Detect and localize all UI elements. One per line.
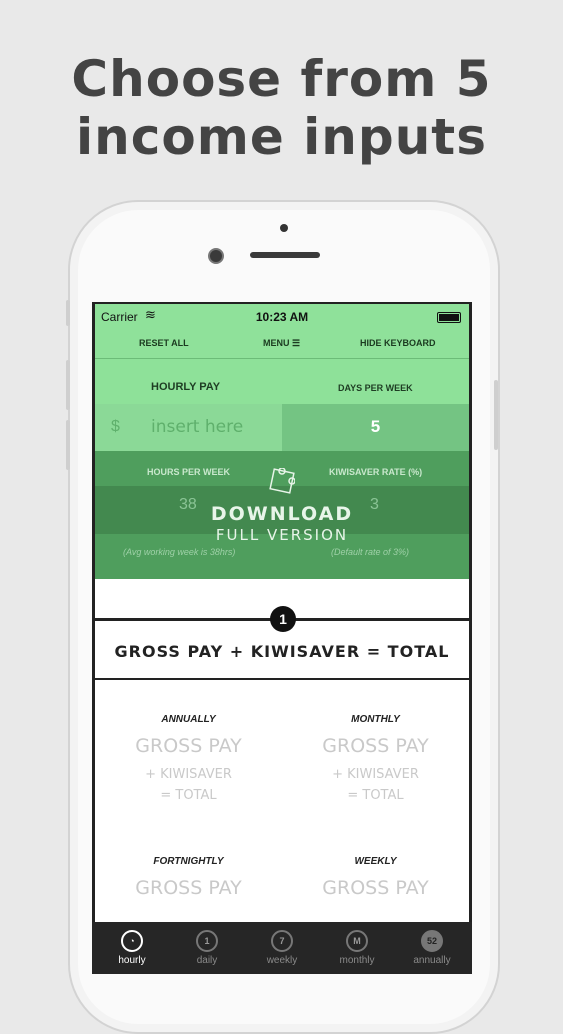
gross-pay-value: GROSS PAY bbox=[135, 735, 242, 757]
year-icon: 52 bbox=[421, 930, 443, 952]
tab-weekly[interactable]: 7 weekly bbox=[244, 930, 320, 966]
toolbar: RESET ALL MENU ☰ HIDE KEYBOARD bbox=[95, 330, 469, 359]
total-value: = TOTAL bbox=[160, 788, 217, 803]
headline: Choose from 5 income inputs bbox=[0, 50, 563, 166]
puzzle-icon bbox=[269, 468, 295, 494]
tab-monthly[interactable]: M monthly bbox=[319, 930, 395, 966]
period-fortnightly: FORTNIGHTLY GROSS PAY bbox=[95, 856, 282, 899]
tab-label: monthly bbox=[339, 955, 375, 966]
kiwisaver-rate-label: KIWISAVER RATE (%) bbox=[329, 467, 423, 477]
days-per-week-label: DAYS PER WEEK bbox=[338, 383, 413, 393]
currency-symbol: $ bbox=[111, 418, 120, 435]
divider-bottom bbox=[95, 678, 469, 680]
period-weekly: WEEKLY GROSS PAY bbox=[282, 856, 469, 899]
hourly-pay-label: HOURLY PAY bbox=[151, 381, 221, 393]
app-content: Carrier ≋ 10:23 AM RESET ALL MENU ☰ HIDE… bbox=[95, 304, 469, 922]
kiwisaver-value: + KIWISAVER bbox=[145, 767, 232, 782]
tab-label: daily bbox=[196, 955, 218, 966]
earpiece-speaker bbox=[250, 252, 320, 258]
formula-heading: GROSS PAY + KIWISAVER = TOTAL bbox=[114, 642, 450, 661]
clock-icon: ◔ bbox=[121, 930, 143, 952]
period-label: MONTHLY bbox=[351, 714, 400, 725]
full-version-title[interactable]: FULL VERSION bbox=[95, 526, 469, 544]
tab-label: hourly bbox=[118, 955, 146, 966]
step-badge: 1 bbox=[270, 606, 296, 632]
status-bar: Carrier ≋ 10:23 AM bbox=[95, 304, 469, 330]
power-button bbox=[494, 380, 498, 450]
reset-all-button[interactable]: RESET ALL bbox=[139, 338, 189, 348]
total-value: = TOTAL bbox=[347, 788, 404, 803]
day-icon: 1 bbox=[196, 930, 218, 952]
camera-dot bbox=[280, 224, 288, 232]
hourly-pay-field[interactable]: $ insert here bbox=[95, 404, 282, 451]
period-label: WEEKLY bbox=[354, 856, 397, 867]
hourly-pay-placeholder: insert here bbox=[151, 417, 244, 437]
days-per-week-value: 5 bbox=[370, 417, 381, 436]
gross-pay-value: GROSS PAY bbox=[322, 877, 429, 899]
tab-label: weekly bbox=[266, 955, 298, 966]
phone-screen: Carrier ≋ 10:23 AM RESET ALL MENU ☰ HIDE… bbox=[92, 302, 472, 974]
download-title[interactable]: DOWNLOAD bbox=[95, 503, 469, 525]
period-annually: ANNUALLY GROSS PAY + KIWISAVER = TOTAL bbox=[95, 714, 282, 803]
status-time: 10:23 AM bbox=[255, 310, 309, 324]
hours-per-week-label: HOURS PER WEEK bbox=[147, 467, 231, 477]
mute-switch bbox=[66, 300, 70, 326]
days-per-week-field[interactable]: 5 bbox=[282, 404, 469, 451]
menu-button[interactable]: MENU ☰ bbox=[263, 338, 300, 349]
hours-hint: (Avg working week is 38hrs) bbox=[123, 547, 236, 557]
volume-down-button bbox=[66, 420, 70, 470]
input-labels-row: HOURLY PAY DAYS PER WEEK bbox=[95, 359, 469, 404]
battery-icon bbox=[437, 312, 461, 323]
kiwisaver-hint: (Default rate of 3%) bbox=[331, 547, 410, 557]
headline-line-1: Choose from 5 bbox=[71, 50, 492, 108]
kiwisaver-value: + KIWISAVER bbox=[332, 767, 419, 782]
period-monthly: MONTHLY GROSS PAY + KIWISAVER = TOTAL bbox=[282, 714, 469, 803]
tab-bar: ◔ hourly 1 daily 7 weekly M monthly 52 a… bbox=[92, 922, 472, 974]
tab-label: annually bbox=[413, 955, 451, 966]
month-icon: M bbox=[346, 930, 368, 952]
week-icon: 7 bbox=[271, 930, 293, 952]
period-label: ANNUALLY bbox=[161, 714, 216, 725]
gross-pay-value: GROSS PAY bbox=[135, 877, 242, 899]
gross-pay-value: GROSS PAY bbox=[322, 735, 429, 757]
volume-up-button bbox=[66, 360, 70, 410]
hide-keyboard-button[interactable]: HIDE KEYBOARD bbox=[360, 338, 436, 348]
tab-annually[interactable]: 52 annually bbox=[394, 930, 470, 966]
headline-line-2: income inputs bbox=[76, 108, 487, 166]
period-label: FORTNIGHTLY bbox=[153, 856, 224, 867]
front-camera bbox=[208, 248, 224, 264]
input-row-1: $ insert here 5 bbox=[95, 404, 469, 451]
tab-hourly[interactable]: ◔ hourly bbox=[94, 930, 170, 966]
tab-daily[interactable]: 1 daily bbox=[169, 930, 245, 966]
